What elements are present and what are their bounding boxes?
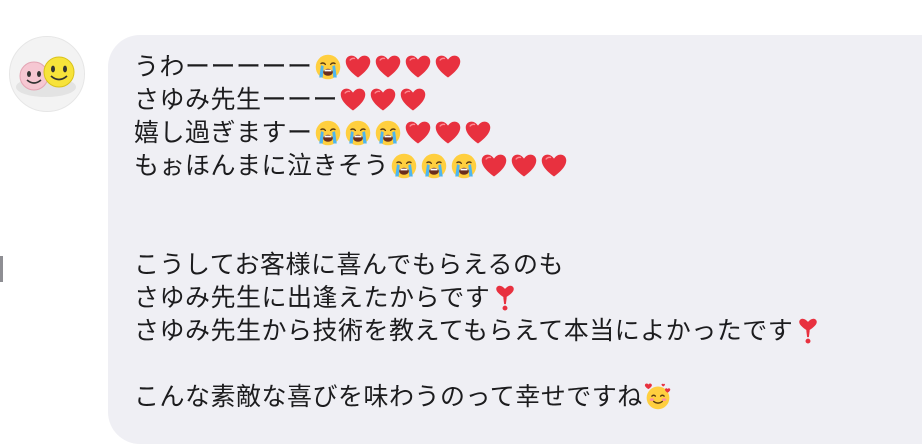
heart-icon — [369, 86, 397, 114]
message-line: もぉほんまに泣きそう — [134, 149, 823, 182]
message-line-text: さゆみ先生から技術を教えてもらえて本当によかったです — [134, 316, 794, 345]
heart-icon — [404, 119, 432, 147]
message-line-text: 嬉し過ぎますー — [134, 118, 313, 147]
heart-icon — [480, 152, 508, 180]
crying-face-icon — [420, 152, 448, 180]
message-line — [134, 215, 823, 248]
exclamation-heart-icon — [794, 317, 822, 345]
message-line: うわーーーーー — [134, 50, 823, 83]
heart-icon — [434, 119, 462, 147]
message-line: さゆみ先生から技術を教えてもらえて本当によかったです — [134, 314, 823, 347]
message-line: 嬉し過ぎますー — [134, 116, 823, 149]
message-line-text: こうしてお客様に喜んでもらえるのも — [134, 250, 565, 279]
smiling-face-with-hearts-icon — [644, 382, 672, 411]
message-line: こうしてお客様に喜んでもらえるのも — [134, 248, 823, 281]
heart-icon — [464, 119, 492, 147]
heart-icon — [399, 86, 427, 114]
message-line — [134, 182, 823, 215]
chat-screen: うわーーーーー さゆみ先生ーーー 嬉し過ぎますー もぉほんまに泣きそう こうして… — [0, 0, 922, 444]
message-line: さゆみ先生に出逢えたからです — [134, 281, 823, 314]
message-text: うわーーーーー さゆみ先生ーーー 嬉し過ぎますー もぉほんまに泣きそう こうして… — [134, 50, 823, 413]
heart-icon — [344, 53, 372, 81]
message-line: さゆみ先生ーーー — [134, 83, 823, 116]
heart-icon — [510, 152, 538, 180]
exclamation-heart-icon — [491, 284, 519, 312]
crying-face-icon — [344, 119, 372, 147]
heart-icon — [404, 53, 432, 81]
crying-face-icon — [314, 53, 342, 81]
message-line — [134, 347, 823, 380]
message-line-text: さゆみ先生ーーー — [134, 85, 339, 114]
heart-icon — [434, 53, 462, 81]
crying-face-icon — [374, 119, 402, 147]
crying-face-icon — [390, 152, 418, 180]
avatar[interactable] — [9, 36, 85, 112]
crying-face-icon — [314, 119, 342, 147]
message-line-text: さゆみ先生に出逢えたからです — [134, 283, 491, 312]
heart-icon — [540, 152, 568, 180]
heart-icon — [374, 53, 402, 81]
message-line-text: うわーーーーー — [134, 52, 313, 81]
message-line-text: こんな素敵な喜びを味わうのって幸せですね — [134, 382, 643, 411]
heart-icon — [339, 86, 367, 114]
crying-face-icon — [450, 152, 478, 180]
message-line-text: もぉほんまに泣きそう — [134, 151, 390, 180]
message-line: こんな素敵な喜びを味わうのって幸せですね — [134, 380, 823, 413]
smiley-stickers-avatar-icon — [10, 37, 84, 111]
scroll-indicator — [0, 256, 3, 282]
